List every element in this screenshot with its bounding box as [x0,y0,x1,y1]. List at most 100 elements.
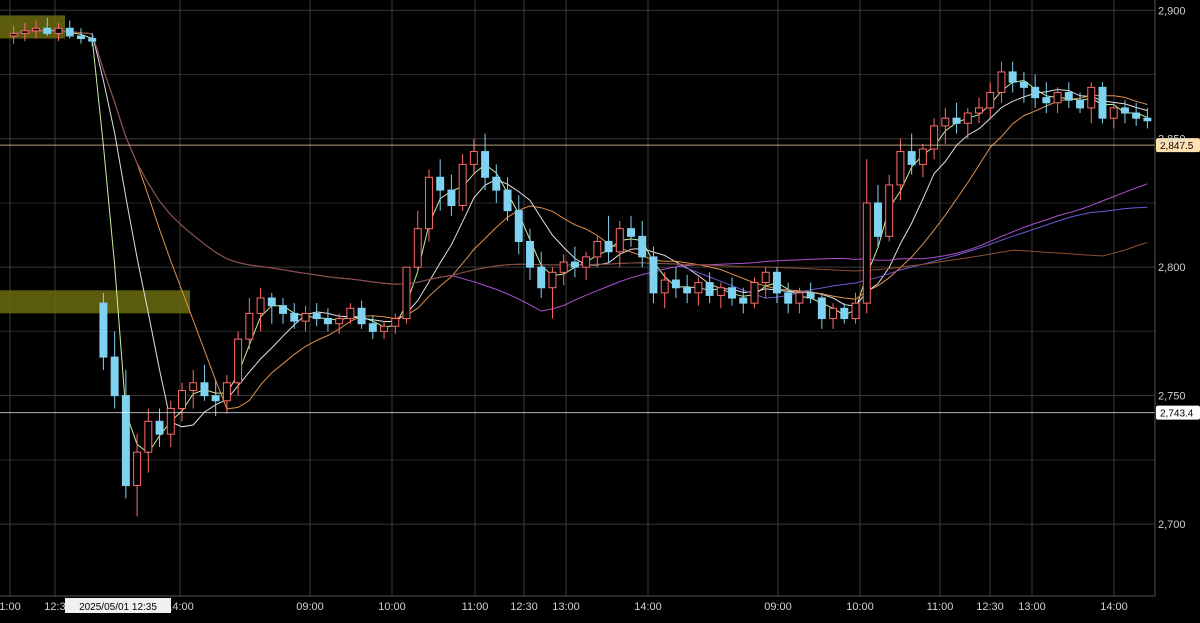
candle-body [873,202,882,237]
candle-body [537,266,546,289]
y-tick-label: 2,900 [1158,5,1186,17]
x-tick-label: 11:00 [927,601,954,613]
candle-body [761,271,770,284]
zone-layer [0,15,190,314]
candle-body [312,312,321,320]
moving-average-line [13,30,1148,312]
y-tick-label: 2,700 [1158,519,1186,531]
candle-body [817,297,826,320]
x-tick-label: 1:00 [0,601,21,613]
candle-body [986,91,995,109]
candle-body [582,256,591,268]
candle-body [335,318,344,325]
x-tick-label: 13:00 [552,601,580,613]
x-tick-label: 09:00 [764,601,792,613]
highlight-zone [0,290,190,314]
candle-body [1053,91,1062,104]
candle-body [694,282,703,294]
candle-body [1087,86,1096,109]
candle-body [144,420,153,453]
candle-body [963,112,972,124]
candle-body [413,228,422,268]
candle-body [54,27,63,34]
candle-body [649,256,658,294]
candle-body [705,282,714,296]
x-tick-label: 12:30 [976,601,1004,613]
candle-body [9,32,18,37]
candle-body [178,389,186,409]
candle-body [1098,86,1107,119]
candle-body [391,318,400,327]
candle-body [121,395,130,487]
candle-body [357,307,366,325]
y-tick-label: 2,850 [1158,134,1186,146]
candle-body [997,71,1006,93]
candle-body [772,271,781,294]
candle-body [806,292,815,299]
x-tick-label: 10:00 [378,601,406,613]
candle-body [1042,97,1051,104]
chart-root: 2,847.5 2,743.4 2,900 2,850 2,800 2,750 2,700… [0,0,1200,623]
candle-body [99,302,108,358]
candle-body [941,117,950,127]
candle-body [615,228,624,253]
candle-body [784,292,793,304]
x-tick-label: 13:00 [1018,601,1046,613]
candle-body [380,325,389,332]
candle-body [1008,71,1017,83]
x-tick-label: 09:00 [296,601,324,613]
candle-body [481,151,490,178]
candle-body [279,305,288,314]
candle-body [503,189,512,212]
candle-body [323,318,332,325]
candle-body [245,312,254,340]
candle-body [368,323,377,332]
candle-body [728,287,737,299]
moving-average-line [13,30,1148,410]
x-tick-label: 10:00 [846,601,874,613]
moving-average-line [13,30,1148,299]
candle-body [570,261,579,268]
candle-body [424,176,433,230]
candle-body [840,307,849,320]
candle-body [671,279,680,289]
candlestick-chart[interactable]: 2,847.52,743.4 2,9002,8502,8002,7502,700… [0,0,1200,623]
candle-body [492,176,501,191]
candle-body [436,176,445,191]
x-tick-label: 14:00 [1100,601,1128,613]
candle-body [1076,99,1085,109]
candle-body [256,297,265,314]
candle-body [133,451,142,487]
candle-body [20,30,29,34]
candle-body [1064,91,1073,101]
candle-body [885,184,894,237]
candle-body [739,297,748,304]
candle-body [447,189,456,207]
candle-body [660,279,669,294]
x-tick-label: 12:30 [510,601,538,613]
moving-average-layer [13,29,1148,454]
candle-body [638,235,647,258]
y-tick-label: 2,800 [1158,262,1186,274]
candle-body [222,382,231,402]
candle-body [402,266,411,320]
candle-body [559,261,568,273]
candle-body [32,27,41,32]
candle-body [110,356,119,397]
cursor-time-label: 2025/05/01 12:35 [79,602,157,613]
candle-body [65,27,74,37]
candle-body [1019,81,1028,88]
candle-body [155,420,164,435]
candle-body [593,240,602,258]
candle-body [76,35,85,40]
price-tag-label: 2,743.4 [1160,409,1194,420]
y-tick-label: 2,750 [1158,391,1186,403]
candle-body [469,151,478,165]
candle-body [189,382,198,391]
candle-body [200,382,209,397]
candle-body [234,338,243,384]
candle-body [1143,117,1152,122]
candle-body [604,240,613,253]
candle-body [1109,107,1118,119]
candle-body [862,202,871,304]
